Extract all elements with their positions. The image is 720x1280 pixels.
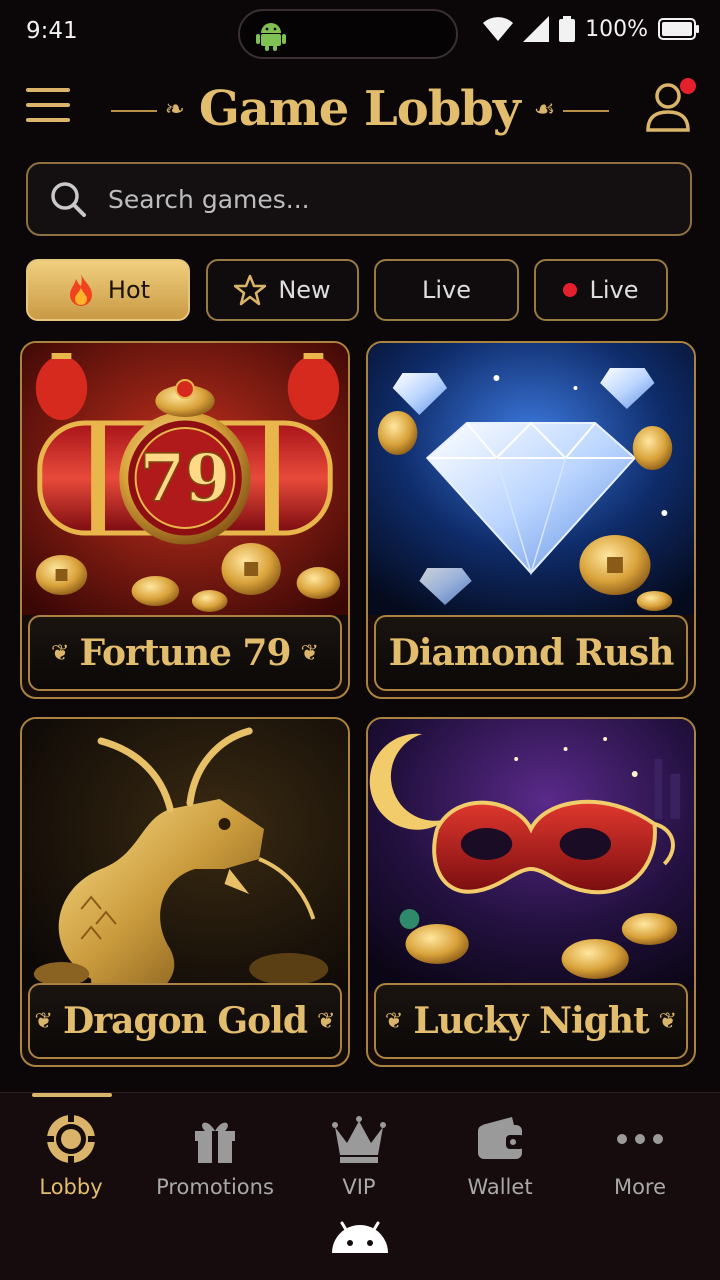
camera-pill: [238, 9, 458, 59]
battery-horizontal-icon: [658, 18, 699, 40]
wifi-icon: [483, 17, 514, 41]
reel-number-text: 79: [140, 440, 231, 517]
search-bar[interactable]: [26, 162, 692, 236]
golden-dragon-art: [22, 719, 348, 991]
game-card-diamond-rush[interactable]: Diamond Rush: [366, 341, 696, 699]
game-card-label: ❦ Fortune 79 ❦: [28, 615, 342, 691]
flourish-icon: ❦: [51, 640, 70, 666]
page-title: Game Lobby: [198, 81, 521, 137]
nav-label: Promotions: [156, 1175, 274, 1199]
status-time: 9:41: [26, 18, 78, 44]
diamond-art: [368, 343, 694, 615]
hamburger-line: [26, 103, 70, 107]
masquerade-mask-art: [368, 719, 694, 991]
hamburger-line: [26, 118, 70, 122]
filter-chip-label: Hot: [107, 276, 151, 304]
flourish-icon: ❦: [384, 1008, 404, 1034]
filter-chip-new[interactable]: New: [206, 259, 359, 321]
game-card-label: ❦ Lucky Night ❦: [374, 983, 688, 1059]
nav-item-more[interactable]: More: [575, 1113, 705, 1203]
game-card-label: Diamond Rush: [374, 615, 688, 691]
notification-dot: [680, 78, 696, 94]
more-icon: [617, 1134, 663, 1144]
filter-chip-label: Live: [421, 276, 471, 304]
game-card-title: Lucky Night: [413, 1000, 649, 1042]
game-card-lucky-night[interactable]: ❦ Lucky Night ❦: [366, 717, 696, 1067]
wallet-icon: [478, 1117, 524, 1159]
game-card-label: ❦ Dragon Gold ❦: [28, 983, 342, 1059]
gift-icon: [195, 1122, 235, 1163]
battery-icon: [559, 16, 576, 42]
bottom-navigation: Lobby Promotions VIP Wallet More: [0, 1092, 720, 1280]
flourish-icon: ❦: [658, 1008, 678, 1034]
status-bar: 9:41 100%: [0, 0, 720, 64]
filter-chip-label: New: [278, 276, 331, 304]
filter-chip-hot[interactable]: Hot: [26, 259, 190, 321]
nav-label: VIP: [342, 1175, 376, 1199]
game-card-dragon-gold[interactable]: ❦ Dragon Gold ❦: [20, 717, 350, 1067]
hamburger-icon: [26, 88, 70, 92]
flourish-left-icon: ❧: [111, 95, 185, 123]
signal-icon: [523, 16, 550, 42]
nav-label: Lobby: [39, 1175, 103, 1199]
nav-item-lobby[interactable]: Lobby: [6, 1113, 136, 1203]
live-dot-icon: [563, 283, 578, 297]
nav-label: More: [613, 1175, 667, 1199]
filter-chip-live[interactable]: Live: [374, 259, 519, 321]
nav-item-vip[interactable]: VIP: [294, 1113, 424, 1203]
crown-icon: [332, 1116, 386, 1163]
flourish-icon: ❦: [300, 640, 319, 666]
game-card-title: Fortune 79: [79, 632, 291, 674]
flourish-icon: ❦: [317, 1008, 336, 1034]
filter-chip-label: Live: [589, 276, 639, 304]
title-area: ❧ Game Lobby ☙: [100, 74, 620, 144]
nav-item-promotions[interactable]: Promotions: [150, 1113, 280, 1203]
star-icon: [234, 274, 267, 306]
game-card-title: Diamond Rush: [388, 632, 675, 674]
active-tab-indicator: [32, 1093, 112, 1097]
slot-reel-art: 79: [22, 343, 348, 615]
chip-icon: [46, 1114, 96, 1164]
flame-icon: [69, 274, 92, 306]
search-input[interactable]: [108, 184, 668, 214]
filter-chips: Hot New Live Live: [26, 259, 706, 321]
search-icon: [51, 182, 86, 217]
android-home-icon[interactable]: [328, 1219, 392, 1255]
android-icon: [256, 23, 286, 51]
nav-item-wallet[interactable]: Wallet: [435, 1113, 565, 1203]
nav-label: Wallet: [467, 1175, 533, 1199]
app-header: ❧ Game Lobby ☙: [0, 64, 720, 154]
status-icons: 100%: [483, 16, 700, 42]
user-profile-button[interactable]: [644, 78, 696, 134]
menu-button[interactable]: [26, 88, 70, 124]
game-card-title: Dragon Gold: [62, 1000, 308, 1042]
flourish-icon: ❦: [34, 1008, 53, 1034]
game-card-fortune-79[interactable]: 79 ❦ Fortune 79 ❦: [20, 341, 350, 699]
battery-percent: 100%: [585, 16, 648, 42]
filter-chip-live-now[interactable]: Live: [534, 259, 668, 321]
flourish-right-icon: ☙: [534, 95, 609, 123]
